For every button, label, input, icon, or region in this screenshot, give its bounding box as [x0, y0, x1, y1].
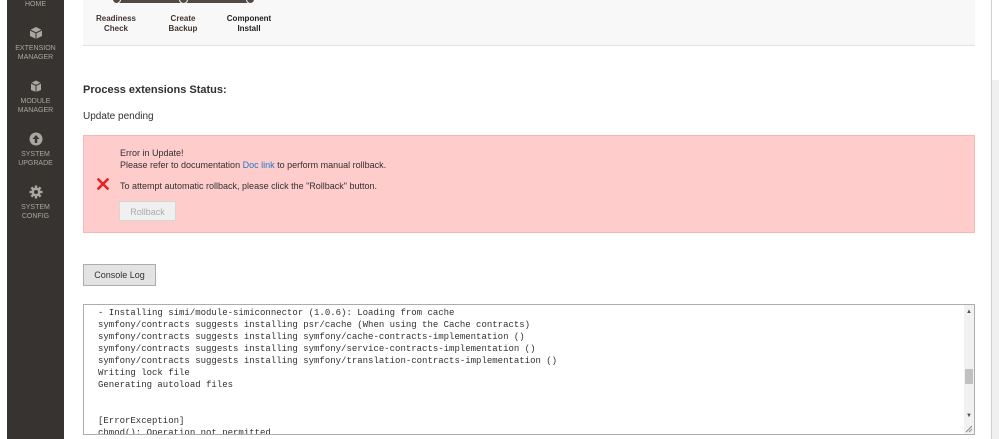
upgrade-arrow-icon — [29, 132, 42, 146]
error-doc-suffix: to perform manual rollback. — [274, 160, 387, 170]
sidebar-item-label: HOME — [25, 1, 46, 8]
sidebar-item-label: CONFIG — [21, 213, 50, 220]
update-status-text: Update pending — [83, 111, 154, 122]
gear-icon — [29, 185, 42, 199]
box-icon — [30, 80, 41, 92]
sidebar-item-label: SYSTEM — [21, 151, 50, 158]
cube-icon — [29, 27, 42, 39]
error-rollback-text: To attempt automatic rollback, please cl… — [120, 181, 378, 191]
error-heading: Error in Update! — [120, 148, 184, 158]
scrollbar-thumb[interactable] — [965, 369, 973, 384]
doc-link[interactable]: Doc link — [243, 160, 275, 170]
sidebar-item-label: MANAGER — [17, 54, 54, 61]
admin-sidebar: HOME EXTENSION MANAGER MODULE MANAGER SY… — [7, 0, 64, 439]
resize-grip-icon[interactable] — [965, 425, 973, 433]
sidebar-item-home[interactable]: HOME — [7, 0, 64, 9]
step-marker-2 — [179, 0, 188, 4]
rollback-button[interactable]: Rollback — [119, 201, 176, 221]
console-log-textarea[interactable]: - Installing simi/module-simiconnector (… — [83, 304, 975, 435]
sidebar-item-module-manager[interactable]: MODULE MANAGER — [7, 79, 64, 115]
page-scrollbar-track[interactable] — [992, 80, 999, 439]
sidebar-item-system-config[interactable]: SYSTEM CONFIG — [7, 185, 64, 221]
step-label-line: Component — [226, 14, 272, 23]
error-x-icon — [97, 178, 109, 190]
step-label-line: Check — [103, 24, 128, 33]
step-label-line: Install — [237, 24, 261, 33]
progress-steps: Readiness Check Create Backup Component … — [83, 0, 975, 46]
scroll-up-arrow-icon[interactable]: ▲ — [966, 309, 972, 315]
step-label-line: Readiness — [95, 14, 137, 23]
console-line: symfony/contracts suggests installing sy… — [98, 344, 536, 354]
console-line: Generating autoload files — [98, 380, 234, 390]
sidebar-item-label: SYSTEM — [21, 204, 50, 211]
step-label-line: Create — [170, 14, 196, 23]
console-line: chmod(): Operation not permitted — [98, 428, 271, 435]
console-line: symfony/contracts suggests installing ps… — [98, 320, 531, 330]
step-component-install: Component Install — [214, 14, 284, 34]
console-line: Writing lock file — [98, 368, 190, 378]
console-log-button[interactable]: Console Log — [83, 264, 156, 286]
step-marker-1 — [112, 0, 121, 4]
scroll-down-arrow-icon[interactable]: ▼ — [966, 413, 972, 419]
step-readiness-check: Readiness Check — [81, 14, 151, 34]
error-message-box: Error in Update! Please refer to documen… — [83, 135, 975, 233]
step-create-backup: Create Backup — [148, 14, 218, 34]
step-label-line: Backup — [168, 24, 198, 33]
sidebar-item-label: EXTENSION — [15, 45, 56, 52]
console-line: - Installing simi/module-simiconnector (… — [98, 308, 455, 318]
error-doc-text: Please refer to documentation Doc link t… — [120, 160, 386, 170]
sidebar-item-system-upgrade[interactable]: SYSTEM UPGRADE — [7, 132, 64, 168]
error-doc-prefix: Please refer to documentation — [120, 160, 243, 170]
page-title: Process extensions Status: — [83, 84, 227, 96]
console-line: symfony/contracts suggests installing sy… — [98, 356, 558, 366]
sidebar-item-label: MANAGER — [17, 107, 54, 114]
sidebar-item-extension-manager[interactable]: EXTENSION MANAGER — [7, 26, 64, 62]
console-line: symfony/contracts suggests installing sy… — [98, 332, 525, 342]
console-scrollbar[interactable]: ▲ ▼ — [964, 305, 974, 434]
step-marker-3 — [246, 0, 255, 4]
sidebar-item-label: MODULE — [20, 98, 51, 105]
sidebar-item-label: UPGRADE — [18, 160, 53, 167]
console-log-lines: - Installing simi/module-simiconnector (… — [98, 307, 558, 435]
console-line: [ErrorException] — [98, 416, 185, 426]
